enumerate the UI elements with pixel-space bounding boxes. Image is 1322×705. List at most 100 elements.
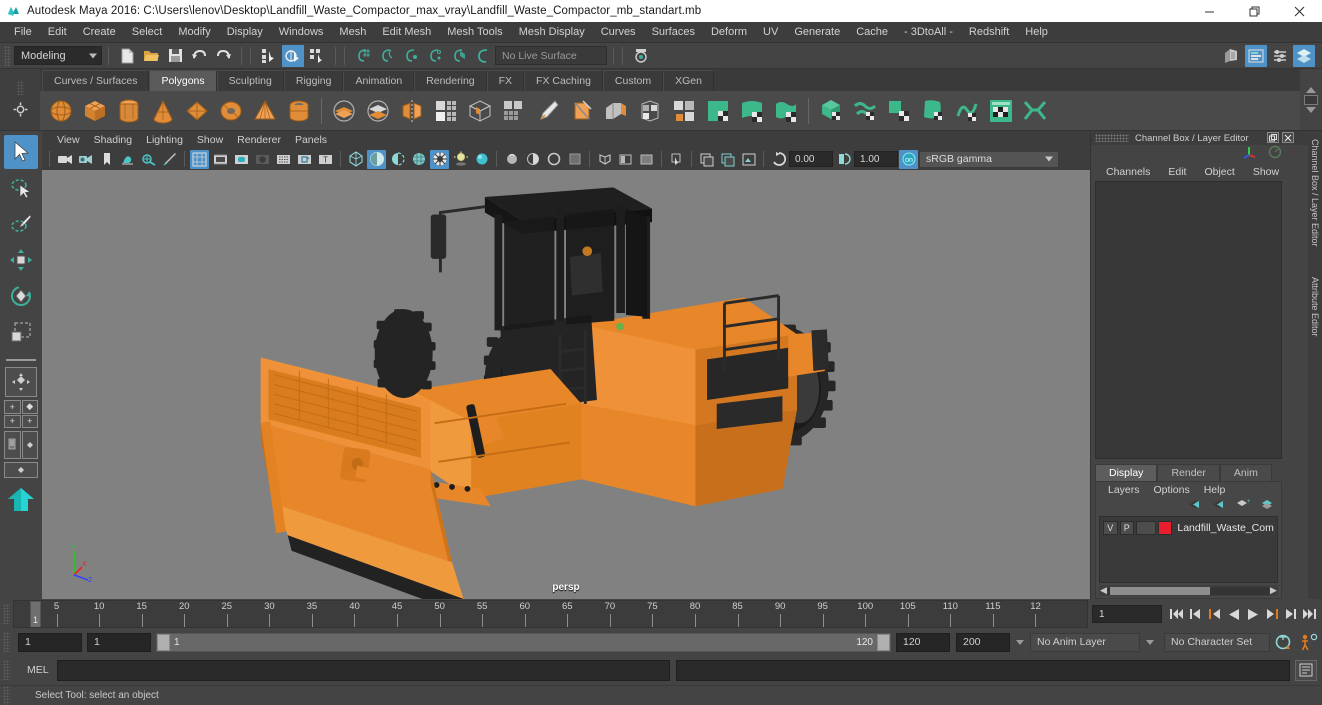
live-surface-field[interactable]: No Live Surface	[495, 46, 607, 65]
command-output[interactable]	[676, 659, 1290, 681]
menu-item-curves[interactable]: Curves	[593, 23, 644, 41]
menu-item-cache[interactable]: Cache	[848, 23, 896, 41]
shelf-tab-rigging[interactable]: Rigging	[283, 70, 344, 91]
channel-box-menu-edit[interactable]: Edit	[1159, 165, 1195, 179]
save-scene-icon[interactable]	[164, 45, 186, 67]
polygon-pipe-icon[interactable]	[284, 95, 314, 127]
shelf-tab-curves-surfaces[interactable]: Curves / Surfaces	[42, 70, 150, 91]
channel-box-layer-editor-icon[interactable]	[1293, 44, 1315, 67]
shelf-tab-fx-caching[interactable]: FX Caching	[524, 70, 603, 91]
append-polygon-icon[interactable]	[703, 95, 733, 127]
menu-item-edit-mesh[interactable]: Edit Mesh	[374, 23, 439, 41]
step-back-keyframe-icon[interactable]	[1187, 604, 1204, 624]
screen-space-ao-icon[interactable]	[472, 150, 491, 169]
uv-cylindrical-icon[interactable]	[850, 95, 880, 127]
select-camera-icon[interactable]	[55, 150, 74, 169]
menu-item-mesh-display[interactable]: Mesh Display	[511, 23, 593, 41]
move-tool[interactable]	[4, 243, 38, 277]
channel-box-content-area[interactable]	[1095, 181, 1282, 459]
layer-row[interactable]: VP Landfill_Waste_Compa	[1101, 519, 1276, 536]
new-scene-icon[interactable]	[116, 45, 138, 67]
use-all-lights-icon[interactable]	[430, 149, 449, 169]
xray-icon[interactable]	[595, 150, 614, 169]
uv-editor-icon[interactable]	[986, 95, 1016, 127]
command-input[interactable]	[56, 659, 671, 681]
gate-mask-icon[interactable]	[253, 150, 272, 169]
shelf-tab-sculpting[interactable]: Sculpting	[216, 70, 284, 91]
polygon-plane-icon[interactable]	[182, 95, 212, 127]
snap-to-point-icon[interactable]	[400, 45, 422, 67]
menu-item-windows[interactable]: Windows	[271, 23, 332, 41]
redo-icon[interactable]	[212, 45, 234, 67]
quad-pane-tr[interactable]: ◆	[21, 400, 38, 414]
grid-toggle-icon[interactable]	[190, 149, 209, 169]
menu-item-deform[interactable]: Deform	[703, 23, 755, 41]
persp-pane-icon[interactable]	[21, 431, 38, 459]
channel-box-menu-show[interactable]: Show	[1244, 165, 1288, 179]
playback-end-field[interactable]: 120	[896, 632, 950, 652]
range-slider-left-handle[interactable]	[157, 633, 170, 651]
tool-settings-icon[interactable]	[1269, 45, 1291, 67]
shelf-tab-polygons[interactable]: Polygons	[149, 70, 217, 91]
rotate-tool[interactable]	[4, 279, 38, 313]
select-tool[interactable]	[4, 135, 38, 169]
menu-item-3dtoall[interactable]: - 3DtoAll -	[896, 23, 961, 41]
snapshot-viewport-icon[interactable]	[739, 150, 758, 169]
anim-end-field[interactable]: 200	[956, 632, 1010, 652]
viewport-menu-show[interactable]: Show	[190, 133, 230, 147]
polygon-pyramid-icon[interactable]	[250, 95, 280, 127]
color-management-toggle-icon[interactable]: on	[899, 149, 918, 169]
image-plane-icon[interactable]	[118, 150, 137, 169]
menu-item-mesh-tools[interactable]: Mesh Tools	[439, 23, 510, 41]
layer-editor-menu-help[interactable]: Help	[1197, 483, 1233, 497]
scroll-track[interactable]	[1108, 586, 1269, 595]
bookmark-icon[interactable]	[97, 150, 116, 169]
minimize-button[interactable]	[1187, 0, 1232, 22]
layer-editor-menu-layers[interactable]: Layers	[1101, 483, 1147, 497]
xray-joints-icon[interactable]	[616, 150, 635, 169]
shelf-tab-xgen[interactable]: XGen	[663, 70, 714, 91]
polygon-torus-icon[interactable]	[216, 95, 246, 127]
shadows-icon[interactable]	[451, 150, 470, 169]
step-forward-frame-icon[interactable]	[1263, 604, 1280, 624]
multisample-icon[interactable]	[523, 150, 542, 169]
snap-to-view-plane-icon[interactable]	[448, 45, 470, 67]
range-grip[interactable]	[3, 632, 10, 652]
wedge-icon[interactable]	[737, 95, 767, 127]
layer-editor-tab-render[interactable]: Render	[1157, 464, 1220, 481]
viewport-extra-icon[interactable]	[667, 150, 686, 169]
play-forwards-icon[interactable]	[1244, 604, 1261, 624]
layer-next-icon[interactable]	[1211, 497, 1225, 515]
snap-to-grid-icon[interactable]	[352, 45, 374, 67]
motion-blur-icon[interactable]	[502, 150, 521, 169]
close-button[interactable]	[1277, 0, 1322, 22]
shelf-grip[interactable]	[16, 80, 24, 95]
select-hierarchy-icon[interactable]	[258, 45, 280, 67]
viewport-menu-shading[interactable]: Shading	[87, 133, 140, 147]
shelf-tab-rendering[interactable]: Rendering	[414, 70, 487, 91]
sculpt-tool-icon[interactable]	[533, 95, 563, 127]
menu-item-create[interactable]: Create	[75, 23, 124, 41]
scale-tool[interactable]	[4, 315, 38, 349]
layer-shading-toggle[interactable]	[1136, 520, 1156, 535]
character-set-selector[interactable]: No Character Set	[1164, 632, 1270, 652]
isolate-select-icon[interactable]	[565, 150, 584, 169]
single-perspective-layout[interactable]	[5, 367, 37, 397]
uv-contour-stretch-icon[interactable]	[952, 95, 982, 127]
resolution-gate-icon[interactable]	[232, 150, 251, 169]
select-object-icon[interactable]	[282, 44, 304, 67]
render-view-icon[interactable]	[1221, 45, 1243, 67]
xray-active-components-icon[interactable]	[637, 150, 656, 169]
reduce-icon[interactable]	[499, 95, 529, 127]
create-layer-icon[interactable]: +	[1235, 497, 1251, 515]
wireframe-icon[interactable]	[346, 150, 365, 169]
quad-pane-bl[interactable]: +	[4, 414, 21, 428]
step-back-frame-icon[interactable]	[1206, 604, 1223, 624]
quad-pane-tl[interactable]: +	[4, 400, 21, 414]
go-to-start-icon[interactable]	[1168, 604, 1185, 624]
gamma-value[interactable]: 1.00	[854, 151, 898, 167]
bridge-icon[interactable]	[669, 95, 699, 127]
multi-cut-icon[interactable]	[567, 95, 597, 127]
side-tab-attribute-editor[interactable]: Attribute Editor	[1310, 269, 1320, 337]
outliner-persp-layout[interactable]	[4, 431, 38, 459]
